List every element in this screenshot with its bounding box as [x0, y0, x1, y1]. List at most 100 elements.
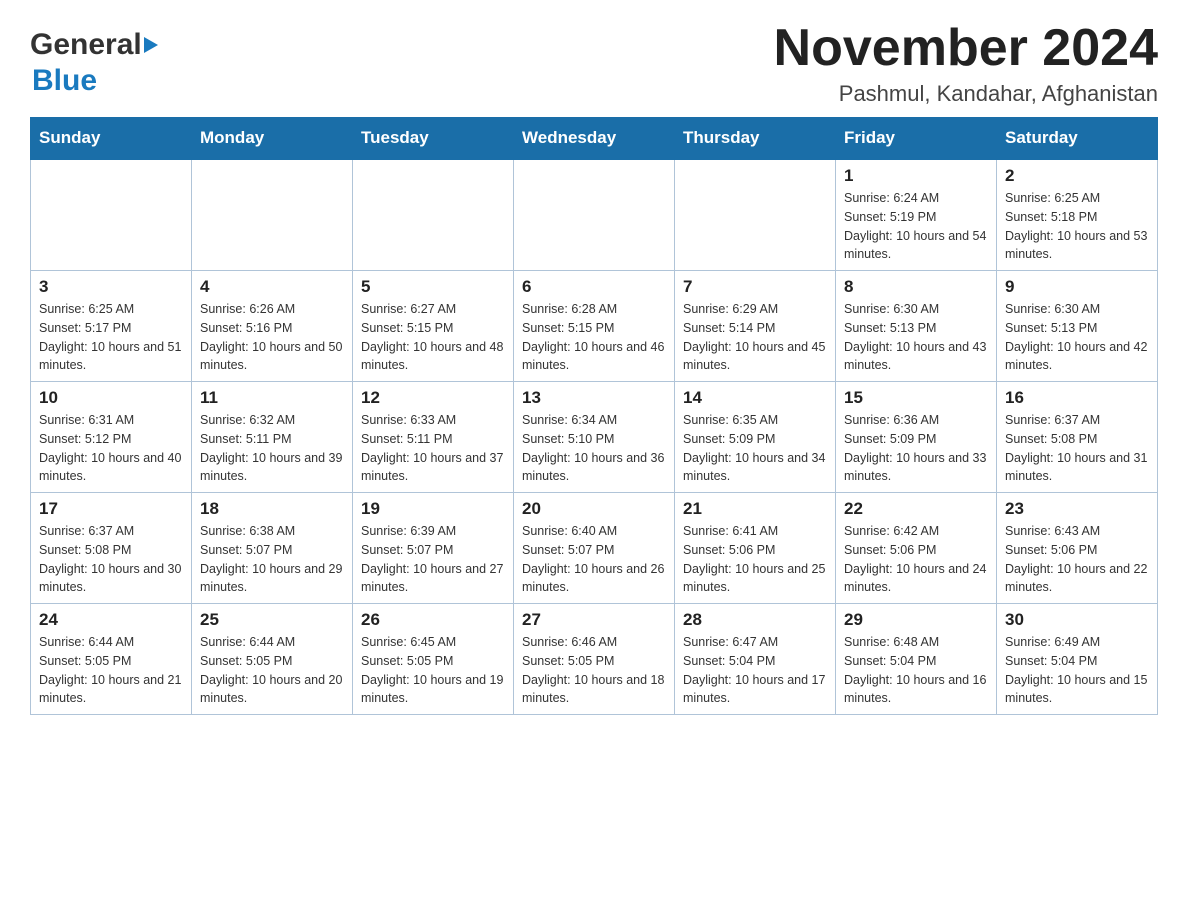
day-number: 27	[522, 610, 666, 630]
calendar-cell	[675, 159, 836, 271]
calendar-cell: 10Sunrise: 6:31 AM Sunset: 5:12 PM Dayli…	[31, 382, 192, 493]
day-number: 15	[844, 388, 988, 408]
day-info: Sunrise: 6:30 AM Sunset: 5:13 PM Dayligh…	[1005, 300, 1149, 375]
day-number: 3	[39, 277, 183, 297]
day-number: 1	[844, 166, 988, 186]
calendar-header-friday: Friday	[836, 118, 997, 160]
day-number: 8	[844, 277, 988, 297]
day-info: Sunrise: 6:42 AM Sunset: 5:06 PM Dayligh…	[844, 522, 988, 597]
calendar-cell	[353, 159, 514, 271]
calendar-cell: 13Sunrise: 6:34 AM Sunset: 5:10 PM Dayli…	[514, 382, 675, 493]
day-info: Sunrise: 6:47 AM Sunset: 5:04 PM Dayligh…	[683, 633, 827, 708]
day-info: Sunrise: 6:40 AM Sunset: 5:07 PM Dayligh…	[522, 522, 666, 597]
month-title: November 2024	[774, 20, 1158, 77]
day-number: 12	[361, 388, 505, 408]
calendar-cell: 14 Sunrise: 6:35 AM Sunset: 5:09 PM Dayli…	[675, 382, 836, 493]
calendar-cell	[192, 159, 353, 271]
calendar-week-4: 17 Sunrise: 6:37 AM Sunset: 5:08 PM Dayli…	[31, 493, 1158, 604]
day-number: 18	[200, 499, 344, 519]
day-number: 6	[522, 277, 666, 297]
day-number: 26	[361, 610, 505, 630]
calendar-week-2: 3 Sunrise: 6:25 AM Sunset: 5:17 PM Daylig…	[31, 271, 1158, 382]
calendar-cell: 21Sunrise: 6:41 AM Sunset: 5:06 PM Dayli…	[675, 493, 836, 604]
logo: General Blue	[30, 20, 158, 98]
day-number: 5	[361, 277, 505, 297]
calendar-cell: 22Sunrise: 6:42 AM Sunset: 5:06 PM Dayli…	[836, 493, 997, 604]
calendar-cell: 7 Sunrise: 6:29 AM Sunset: 5:14 PM Daylig…	[675, 271, 836, 382]
day-info: Sunrise: 6:37 AM Sunset: 5:08 PM Dayligh…	[1005, 411, 1149, 486]
day-number: 17	[39, 499, 183, 519]
day-info: Sunrise: 6:37 AM Sunset: 5:08 PM Dayligh…	[39, 522, 183, 597]
calendar-cell: 18Sunrise: 6:38 AM Sunset: 5:07 PM Dayli…	[192, 493, 353, 604]
day-info: Sunrise: 6:39 AM Sunset: 5:07 PM Dayligh…	[361, 522, 505, 597]
logo-triangle-icon	[144, 37, 158, 53]
day-number: 19	[361, 499, 505, 519]
calendar-header-thursday: Thursday	[675, 118, 836, 160]
title-area: November 2024 Pashmul, Kandahar, Afghani…	[774, 20, 1158, 107]
day-number: 25	[200, 610, 344, 630]
calendar-cell	[514, 159, 675, 271]
calendar-cell: 25 Sunrise: 6:44 AM Sunset: 5:05 PM Dayli…	[192, 604, 353, 715]
calendar-header-wednesday: Wednesday	[514, 118, 675, 160]
day-info: Sunrise: 6:34 AM Sunset: 5:10 PM Dayligh…	[522, 411, 666, 486]
calendar-cell: 20 Sunrise: 6:40 AM Sunset: 5:07 PM Dayli…	[514, 493, 675, 604]
day-info: Sunrise: 6:44 AM Sunset: 5:05 PM Dayligh…	[200, 633, 344, 708]
day-number: 30	[1005, 610, 1149, 630]
calendar-cell: 29 Sunrise: 6:48 AM Sunset: 5:04 PM Dayli…	[836, 604, 997, 715]
day-number: 24	[39, 610, 183, 630]
day-number: 29	[844, 610, 988, 630]
calendar-cell: 12 Sunrise: 6:33 AM Sunset: 5:11 PM Dayli…	[353, 382, 514, 493]
day-info: Sunrise: 6:28 AM Sunset: 5:15 PM Dayligh…	[522, 300, 666, 375]
calendar-cell: 4 Sunrise: 6:26 AM Sunset: 5:16 PM Daylig…	[192, 271, 353, 382]
day-number: 10	[39, 388, 183, 408]
calendar-cell: 17 Sunrise: 6:37 AM Sunset: 5:08 PM Dayli…	[31, 493, 192, 604]
day-info: Sunrise: 6:30 AM Sunset: 5:13 PM Dayligh…	[844, 300, 988, 375]
calendar-cell: 11Sunrise: 6:32 AM Sunset: 5:11 PM Dayli…	[192, 382, 353, 493]
calendar-cell: 30 Sunrise: 6:49 AM Sunset: 5:04 PM Dayli…	[997, 604, 1158, 715]
day-info: Sunrise: 6:35 AM Sunset: 5:09 PM Dayligh…	[683, 411, 827, 486]
calendar-cell: 24 Sunrise: 6:44 AM Sunset: 5:05 PM Dayli…	[31, 604, 192, 715]
day-info: Sunrise: 6:29 AM Sunset: 5:14 PM Dayligh…	[683, 300, 827, 375]
day-number: 16	[1005, 388, 1149, 408]
day-info: Sunrise: 6:24 AM Sunset: 5:19 PM Dayligh…	[844, 189, 988, 264]
day-info: Sunrise: 6:25 AM Sunset: 5:17 PM Dayligh…	[39, 300, 183, 375]
day-info: Sunrise: 6:43 AM Sunset: 5:06 PM Dayligh…	[1005, 522, 1149, 597]
calendar-header-saturday: Saturday	[997, 118, 1158, 160]
day-info: Sunrise: 6:26 AM Sunset: 5:16 PM Dayligh…	[200, 300, 344, 375]
calendar-cell: 23 Sunrise: 6:43 AM Sunset: 5:06 PM Dayli…	[997, 493, 1158, 604]
day-info: Sunrise: 6:46 AM Sunset: 5:05 PM Dayligh…	[522, 633, 666, 708]
calendar-header-tuesday: Tuesday	[353, 118, 514, 160]
logo-general-text: General	[30, 28, 142, 62]
day-number: 4	[200, 277, 344, 297]
day-info: Sunrise: 6:27 AM Sunset: 5:15 PM Dayligh…	[361, 300, 505, 375]
day-info: Sunrise: 6:44 AM Sunset: 5:05 PM Dayligh…	[39, 633, 183, 708]
calendar-table: SundayMondayTuesdayWednesdayThursdayFrid…	[30, 117, 1158, 715]
day-number: 14	[683, 388, 827, 408]
logo-blue-text: Blue	[32, 64, 97, 97]
calendar-cell: 8 Sunrise: 6:30 AM Sunset: 5:13 PM Daylig…	[836, 271, 997, 382]
day-number: 28	[683, 610, 827, 630]
calendar-cell: 27 Sunrise: 6:46 AM Sunset: 5:05 PM Dayli…	[514, 604, 675, 715]
day-info: Sunrise: 6:33 AM Sunset: 5:11 PM Dayligh…	[361, 411, 505, 486]
calendar-cell: 26 Sunrise: 6:45 AM Sunset: 5:05 PM Dayli…	[353, 604, 514, 715]
calendar-cell: 9Sunrise: 6:30 AM Sunset: 5:13 PM Daylig…	[997, 271, 1158, 382]
page-header: General Blue November 2024 Pashmul, Kand…	[30, 20, 1158, 107]
day-info: Sunrise: 6:25 AM Sunset: 5:18 PM Dayligh…	[1005, 189, 1149, 264]
day-number: 20	[522, 499, 666, 519]
day-info: Sunrise: 6:41 AM Sunset: 5:06 PM Dayligh…	[683, 522, 827, 597]
calendar-cell	[31, 159, 192, 271]
day-info: Sunrise: 6:49 AM Sunset: 5:04 PM Dayligh…	[1005, 633, 1149, 708]
calendar-cell: 1 Sunrise: 6:24 AM Sunset: 5:19 PM Daylig…	[836, 159, 997, 271]
day-info: Sunrise: 6:45 AM Sunset: 5:05 PM Dayligh…	[361, 633, 505, 708]
day-info: Sunrise: 6:48 AM Sunset: 5:04 PM Dayligh…	[844, 633, 988, 708]
day-number: 11	[200, 388, 344, 408]
calendar-header-monday: Monday	[192, 118, 353, 160]
day-number: 2	[1005, 166, 1149, 186]
calendar-cell: 28 Sunrise: 6:47 AM Sunset: 5:04 PM Dayli…	[675, 604, 836, 715]
calendar-week-3: 10Sunrise: 6:31 AM Sunset: 5:12 PM Dayli…	[31, 382, 1158, 493]
calendar-cell: 2 Sunrise: 6:25 AM Sunset: 5:18 PM Daylig…	[997, 159, 1158, 271]
calendar-week-5: 24 Sunrise: 6:44 AM Sunset: 5:05 PM Dayli…	[31, 604, 1158, 715]
day-number: 7	[683, 277, 827, 297]
calendar-week-1: 1 Sunrise: 6:24 AM Sunset: 5:19 PM Daylig…	[31, 159, 1158, 271]
day-number: 23	[1005, 499, 1149, 519]
